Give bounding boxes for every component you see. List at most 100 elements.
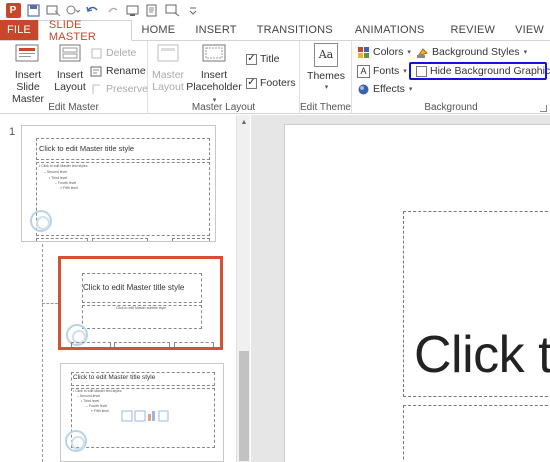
tab-transitions[interactable]: TRANSITIONS — [247, 20, 343, 40]
tab-review[interactable]: REVIEW — [436, 20, 509, 40]
tab-animations[interactable]: ANIMATIONS — [343, 20, 437, 40]
title-and-content-layout-thumbnail[interactable]: Click to edit Master title style • Click… — [60, 363, 224, 462]
preserve-icon — [92, 84, 100, 94]
slide-thumbnail-pane: 1 Click to edit Master title style • Cli… — [0, 115, 250, 462]
thumb-text-level-2: – Second level — [44, 170, 67, 174]
master-layout-button[interactable]: Master Layout — [148, 43, 188, 93]
effects-icon — [358, 84, 369, 94]
shapes-icon[interactable] — [64, 2, 82, 18]
content-insert-icons — [121, 410, 169, 422]
customize-qat-icon[interactable] — [184, 2, 202, 18]
title-slide-layout-thumbnail[interactable]: Click to edit Master title style Click t… — [58, 256, 223, 350]
layout-connector-branch — [42, 303, 58, 304]
thumb-footer-center — [92, 238, 148, 241]
new-slide-icon[interactable] — [44, 2, 62, 18]
master-layout-group-label: Master Layout — [191, 102, 256, 113]
thumb-text-level-5: » Fifth level — [60, 186, 78, 190]
start-from-beginning-icon[interactable] — [124, 2, 142, 18]
edit-theme-group-label: Edit Theme — [300, 102, 351, 113]
master-layout-icon — [157, 44, 179, 62]
insert-layout-button[interactable]: Insert Layout — [52, 43, 88, 93]
thumb2-subtitle-text: Click to edit Master subtitle style — [116, 306, 166, 310]
quick-access-toolbar: P — [0, 0, 550, 20]
scroll-up-icon[interactable]: ▲ — [239, 118, 249, 128]
layout-connector — [42, 244, 43, 462]
thumb2-footer-center — [114, 342, 170, 347]
footers-checkbox[interactable]: ✓ Footers — [246, 75, 296, 91]
tab-view[interactable]: VIEW — [509, 20, 550, 40]
background-styles-button[interactable]: Background Styles ▾ — [416, 44, 527, 60]
master-layout-label: Master Layout — [151, 69, 185, 93]
colors-dropdown-icon: ▾ — [407, 49, 411, 56]
edit-master-group-label: Edit Master — [48, 102, 99, 113]
colors-button[interactable]: Colors ▾ — [357, 44, 411, 60]
format-painter-icon[interactable] — [164, 2, 182, 18]
powerpoint-logo-icon[interactable]: P — [4, 2, 22, 18]
highlight-box — [409, 62, 547, 80]
preserve-button[interactable]: Preserve — [90, 81, 148, 97]
delete-icon — [91, 48, 102, 58]
insert-slide-master-icon — [15, 44, 39, 62]
thumb-title-text: Click to edit Master title style — [39, 144, 135, 153]
rename-icon — [90, 66, 102, 76]
spelling-icon[interactable] — [144, 2, 162, 18]
title-placeholder-text: Click t — [414, 326, 550, 384]
save-icon[interactable] — [24, 2, 42, 18]
tab-home[interactable]: HOME — [132, 20, 186, 40]
tab-insert[interactable]: INSERT — [185, 20, 246, 40]
delete-label: Delete — [106, 47, 137, 59]
tab-file[interactable]: FILE — [0, 20, 38, 40]
master-layout-group: Master Layout Insert Placeholder ▾ ✓ Tit… — [148, 41, 300, 114]
background-styles-dropdown-icon: ▾ — [523, 49, 528, 56]
swirl-graphic — [65, 430, 87, 452]
tab-slide-master[interactable]: SLIDE MASTER — [37, 19, 132, 43]
rename-label: Rename — [106, 65, 146, 77]
title-checkbox[interactable]: ✓ Title — [246, 51, 279, 67]
subtitle-placeholder[interactable] — [403, 405, 550, 462]
insert-layout-label: Insert Layout — [54, 69, 86, 93]
fonts-button[interactable]: A Fonts ▾ — [357, 63, 407, 79]
colors-label: Colors — [373, 46, 404, 58]
thumb-text-level-1: • Click to edit Master text styles — [39, 164, 88, 168]
slide-number: 1 — [9, 126, 16, 138]
themes-icon: Aa — [314, 43, 338, 67]
footers-checkbox-box[interactable]: ✓ — [246, 77, 257, 89]
themes-dropdown-icon: ▾ — [324, 84, 329, 91]
redo-icon[interactable] — [104, 2, 122, 18]
insert-layout-icon — [59, 44, 81, 62]
ribbon: Insert Slide Master Insert Layout Delete… — [0, 40, 550, 114]
themes-label: Themes — [307, 70, 345, 82]
fonts-label: Fonts — [373, 65, 400, 77]
slide-editor: Click t — [251, 115, 550, 462]
background-group-label: Background — [424, 102, 478, 113]
thumbnail-scrollbar[interactable]: ▲ — [236, 115, 250, 462]
insert-placeholder-button[interactable]: Insert Placeholder ▾ — [186, 43, 242, 107]
background-styles-icon — [416, 47, 428, 58]
rename-button[interactable]: Rename — [90, 63, 146, 79]
fonts-dropdown-icon: ▾ — [403, 68, 407, 75]
slide-master-thumbnail[interactable]: Click to edit Master title style • Click… — [21, 125, 216, 242]
colors-icon — [358, 46, 369, 58]
insert-slide-master-button[interactable]: Insert Slide Master — [2, 43, 54, 105]
slide-canvas[interactable]: Click t — [284, 124, 550, 462]
insert-placeholder-icon — [202, 44, 226, 62]
effects-dropdown-icon: ▾ — [408, 86, 413, 93]
scrollbar-thumb[interactable] — [239, 351, 249, 461]
thumb3-title-text: Click to edit Master title style — [73, 374, 156, 381]
thumb-footer-number — [172, 238, 210, 241]
undo-icon[interactable] — [84, 2, 102, 18]
ribbon-tabs: FILE SLIDE MASTER HOME INSERT TRANSITION… — [0, 19, 550, 43]
fonts-icon: A — [357, 64, 370, 78]
thumb-footer-date — [36, 238, 88, 241]
title-checkbox-box[interactable]: ✓ — [246, 53, 257, 65]
preserve-label: Preserve — [106, 83, 149, 95]
background-styles-label: Background Styles — [432, 46, 520, 58]
title-checkbox-label: Title — [260, 53, 280, 65]
thumb3-text-level-5: » Fifth level — [91, 409, 109, 413]
effects-button[interactable]: Effects ▾ — [357, 81, 412, 97]
insert-slide-master-label: Insert Slide Master — [11, 69, 45, 105]
background-dialog-launcher-icon[interactable] — [540, 105, 547, 112]
delete-button[interactable]: Delete — [90, 45, 136, 61]
thumb2-footer-number — [174, 342, 214, 347]
themes-button[interactable]: Aa Themes ▾ — [306, 43, 346, 94]
